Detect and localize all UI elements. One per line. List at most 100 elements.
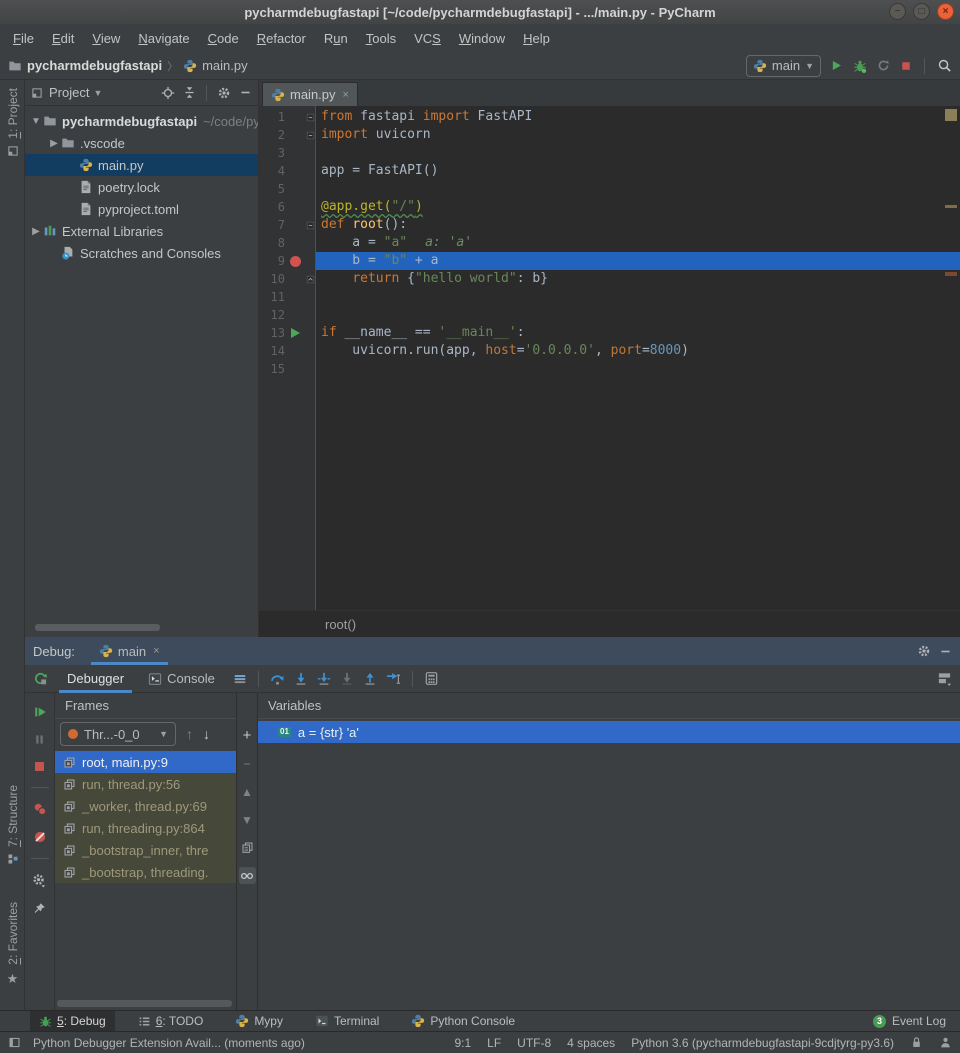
code-text[interactable]: @app.get("/")	[316, 198, 960, 216]
breakpoint-icon[interactable]	[290, 256, 301, 267]
tree-item-pyproject-toml[interactable]: pyproject.toml	[25, 198, 258, 220]
chevron-collapsed-icon[interactable]: ▶	[47, 138, 61, 149]
minimize-button[interactable]: −	[889, 3, 906, 20]
hector-icon[interactable]	[939, 1036, 952, 1049]
maximize-button[interactable]: □	[913, 3, 930, 20]
close-button[interactable]: ×	[937, 3, 954, 20]
tree-item-poetry-lock[interactable]: poetry.lock	[25, 176, 258, 198]
tab-debugger[interactable]: Debugger	[55, 665, 136, 693]
toolwindow-button-python-console[interactable]: Python Console	[402, 1011, 524, 1032]
menu-navigate[interactable]: Navigate	[129, 27, 198, 50]
pin-icon[interactable]	[33, 902, 46, 915]
step-out-icon[interactable]	[363, 672, 377, 686]
next-frame-button[interactable]: ↓	[203, 726, 210, 742]
close-session-icon[interactable]: ×	[153, 645, 159, 657]
code-text[interactable]: b = "b" + a	[316, 252, 960, 270]
code-text[interactable]: a = "a"a: 'a'	[316, 234, 960, 252]
menu-refactor[interactable]: Refactor	[248, 27, 315, 50]
scrollbar-weak-warning-mark[interactable]	[945, 205, 957, 208]
menu-edit[interactable]: Edit	[43, 27, 83, 50]
breadcrumb-function[interactable]: root()	[325, 617, 356, 632]
run-to-cursor-icon[interactable]	[386, 671, 401, 686]
tree-item-main-py[interactable]: main.py	[25, 154, 258, 176]
resume-icon[interactable]	[33, 705, 47, 719]
move-down-button[interactable]: ▼	[239, 811, 256, 828]
frame-row[interactable]: _worker, thread.py:69	[55, 795, 236, 817]
mute-breakpoints-icon[interactable]	[33, 830, 47, 844]
menu-code[interactable]: Code	[199, 27, 248, 50]
sidebar-item-favorites[interactable]: 2: Favorites ★	[0, 902, 25, 987]
toggle-tool-windows-icon[interactable]	[8, 1036, 21, 1049]
debug-icon[interactable]	[853, 59, 867, 73]
code-text[interactable]	[316, 288, 960, 306]
evaluate-icon[interactable]	[424, 671, 439, 686]
editor-tab-main-py[interactable]: main.py ×	[262, 82, 358, 106]
menu-window[interactable]: Window	[450, 27, 514, 50]
run-config-selector[interactable]: main ▼	[746, 55, 821, 77]
code-text[interactable]	[316, 360, 960, 378]
code-text[interactable]: if __name__ == '__main__':	[316, 324, 960, 342]
show-watches-button[interactable]	[239, 867, 256, 884]
toolwindow-button-6-todo[interactable]: 6: TODO	[129, 1011, 213, 1032]
close-tab-icon[interactable]: ×	[343, 89, 349, 101]
rerun-icon[interactable]	[33, 671, 48, 686]
breakpoint-gutter[interactable]	[285, 256, 305, 267]
duplicate-button[interactable]	[239, 839, 256, 856]
collapse-icon[interactable]	[183, 86, 196, 99]
search-icon[interactable]	[937, 58, 952, 73]
fold-marker-icon[interactable]	[305, 275, 316, 284]
status-interpreter[interactable]: Python 3.6 (pycharmdebugfastapi-9cdjtyrg…	[631, 1036, 894, 1050]
variable-row[interactable]: 01a = {str} 'a'	[258, 721, 960, 743]
toolwindow-button-terminal[interactable]: Terminal	[306, 1011, 388, 1032]
tree-item-external-libraries[interactable]: ▶External Libraries	[25, 220, 258, 242]
code-text[interactable]: from fastapi import FastAPI	[316, 108, 960, 126]
menu-tools[interactable]: Tools	[357, 27, 405, 50]
project-view-selector[interactable]: Project ▼	[49, 85, 102, 100]
frame-row[interactable]: _bootstrap_inner, thre	[55, 839, 236, 861]
toolwindow-button-5-debug[interactable]: 5: Debug	[30, 1011, 115, 1032]
horizontal-scrollbar[interactable]	[57, 1000, 232, 1007]
thread-selector[interactable]: Thr...-0_0 ▼	[60, 722, 176, 746]
tab-console[interactable]: Console	[136, 665, 227, 693]
fold-marker-icon[interactable]	[305, 221, 316, 230]
code-text[interactable]	[316, 144, 960, 162]
menu-vcs[interactable]: VCS	[405, 27, 450, 50]
status-encoding[interactable]: UTF-8	[517, 1036, 551, 1050]
breadcrumb-project[interactable]: pycharmdebugfastapi	[27, 58, 162, 73]
frame-row[interactable]: root, main.py:9	[55, 751, 236, 773]
frame-row[interactable]: run, thread.py:56	[55, 773, 236, 795]
toolwindow-button-mypy[interactable]: Mypy	[226, 1011, 292, 1032]
sidebar-item-structure[interactable]: 7: Structure	[0, 785, 25, 865]
settings-icon[interactable]	[917, 644, 931, 658]
restart-icon[interactable]	[877, 59, 890, 72]
sidebar-item-project[interactable]: 1: Project	[0, 88, 25, 157]
locate-icon[interactable]	[161, 86, 175, 100]
chevron-expanded-icon[interactable]: ▼	[29, 116, 43, 127]
hide-icon[interactable]	[939, 645, 952, 658]
previous-frame-button[interactable]: ↑	[186, 726, 193, 742]
scrollbar-warning-mark[interactable]	[945, 109, 957, 121]
threads-view-icon[interactable]	[233, 672, 247, 686]
run-line-icon[interactable]	[291, 328, 300, 338]
menu-view[interactable]: View	[83, 27, 129, 50]
move-up-button[interactable]: ▲	[239, 783, 256, 800]
menu-file[interactable]: File	[4, 27, 43, 50]
hide-icon[interactable]	[239, 86, 252, 99]
run-icon[interactable]	[830, 59, 843, 72]
code-text[interactable]: return {"hello world": b}	[316, 270, 960, 288]
step-over-icon[interactable]	[270, 671, 285, 686]
frame-row[interactable]: _bootstrap, threading.	[55, 861, 236, 883]
code-text[interactable]	[316, 306, 960, 324]
frame-row[interactable]: run, threading.py:864	[55, 817, 236, 839]
run-gutter[interactable]	[285, 328, 305, 338]
tree-item-scratches-and-consoles[interactable]: Scratches and Consoles	[25, 242, 258, 264]
code-text[interactable]: app = FastAPI()	[316, 162, 960, 180]
stop-red-icon[interactable]	[33, 760, 46, 773]
code-text[interactable]: import uvicorn	[316, 126, 960, 144]
step-into-icon[interactable]	[294, 672, 308, 686]
view-breakpoints-icon[interactable]	[33, 802, 47, 816]
status-caret-position[interactable]: 9:1	[454, 1036, 471, 1050]
status-line-ending[interactable]: LF	[487, 1036, 501, 1050]
code-text[interactable]	[316, 180, 960, 198]
tree-item-pycharmdebugfastapi[interactable]: ▼pycharmdebugfastapi~/code/pycharmdebugf…	[25, 110, 258, 132]
